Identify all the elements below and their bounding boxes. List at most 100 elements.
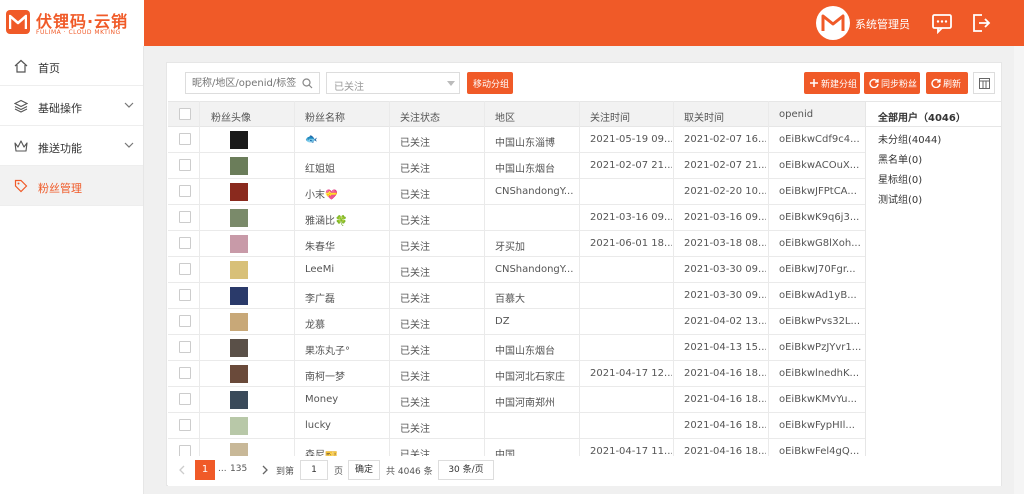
row-checkbox[interactable] <box>179 367 191 379</box>
sidebar-item-push[interactable]: 推送功能 <box>0 126 143 166</box>
column-header[interactable]: 地区 <box>495 109 515 124</box>
page-ellipsis: ... <box>218 464 227 474</box>
table-row[interactable]: 龙慕 已关注 DZ 2021-04-02 13... oEiBkwPvs32L... <box>168 309 865 335</box>
table-row[interactable]: 小末💝 已关注 CNShandongY... 2021-02-20 10... oEiB… <box>168 179 865 205</box>
table-row[interactable]: 雅涵比🍀 已关注 2021-03-16 09... 2021-03-16 09... o… <box>168 205 865 231</box>
cell-openid: oEiBkwPvs32L... <box>779 316 861 327</box>
row-checkbox[interactable] <box>179 159 191 171</box>
group-item-blacklist[interactable]: 黑名单(0) <box>878 151 922 166</box>
chevron-down-icon <box>124 102 134 108</box>
brand-logo[interactable]: 伏锂码·云销 FULIMA · CLOUD MKTING <box>0 0 144 46</box>
cell-region: CNShandongY... <box>495 186 574 197</box>
row-checkbox[interactable] <box>179 263 191 275</box>
cell-region: 牙买加 <box>495 242 525 253</box>
column-header[interactable]: 粉丝头像 <box>211 109 251 124</box>
sidebar-item-basic-ops[interactable]: 基础操作 <box>0 86 143 126</box>
sync-fans-button[interactable]: 同步粉丝 <box>864 72 920 94</box>
table-row[interactable]: Money 已关注 中国河南郑州 2021-04-16 18... oEiBkwKMvY… <box>168 387 865 413</box>
cell-region: 中国山东烟台 <box>495 346 555 357</box>
row-checkbox[interactable] <box>179 211 191 223</box>
row-checkbox[interactable] <box>179 133 191 145</box>
cell-name: LeeMi <box>305 264 335 275</box>
table-row[interactable]: 果冻丸子° 已关注 中国山东烟台 2021-04-13 15... oEiBkwPzJY… <box>168 335 865 361</box>
cell-region: 中国河北石家庄 <box>495 372 565 383</box>
table-row[interactable]: 红姐姐 已关注 中国山东烟台 2021-02-07 21... 2021-02-07 2… <box>168 153 865 179</box>
status-select[interactable]: 已关注 <box>326 72 460 94</box>
cell-openid: oEiBkwJFPtCA... <box>779 186 857 197</box>
row-checkbox[interactable] <box>179 315 191 327</box>
crown-icon <box>14 140 28 152</box>
fan-avatar <box>230 339 248 357</box>
table-row[interactable]: 朱春华 已关注 牙买加 2021-06-01 18... 2021-03-18 08..… <box>168 231 865 257</box>
next-page-icon[interactable] <box>261 465 269 475</box>
table-row[interactable]: LeeMi 已关注 CNShandongY... 2021-03-30 09... oE… <box>168 257 865 283</box>
prev-page-icon[interactable] <box>178 465 186 475</box>
column-header[interactable]: 取关时间 <box>684 109 724 124</box>
cell-unfollow: 2021-04-02 13... <box>684 316 766 327</box>
row-checkbox[interactable] <box>179 185 191 197</box>
logout-icon[interactable] <box>970 12 992 34</box>
top-header: 伏锂码·云销 FULIMA · CLOUD MKTING 系统管理员 <box>0 0 1024 46</box>
cell-openid: oEiBkwlnedhK... <box>779 368 860 379</box>
fan-avatar <box>230 287 248 305</box>
sidebar-item-home[interactable]: 首页 <box>0 46 143 86</box>
brand-subtitle: FULIMA · CLOUD MKTING <box>36 29 121 36</box>
fan-avatar <box>230 131 248 149</box>
refresh-button[interactable]: 刷新 <box>926 72 968 94</box>
cell-status: 已关注 <box>400 320 430 331</box>
column-header[interactable]: 关注状态 <box>400 109 440 124</box>
cell-region: DZ <box>495 316 510 327</box>
pagination: 1 ... 135 到第 1 页 确定 共 4046 条 30 条/页 <box>168 456 1001 486</box>
fan-avatar <box>230 209 248 227</box>
cell-unfollow: 2021-04-16 18... <box>684 420 766 431</box>
table-row[interactable]: lucky 已关注 2021-04-16 18... oEiBkwFypHIl... <box>168 413 865 439</box>
fan-avatar <box>230 417 248 435</box>
admin-name[interactable]: 系统管理员 <box>855 16 910 32</box>
group-item-starred[interactable]: 星标组(0) <box>878 171 922 186</box>
group-item-ungrouped[interactable]: 未分组(4044) <box>878 131 941 146</box>
column-header[interactable]: openid <box>779 109 813 120</box>
tag-icon <box>14 179 28 193</box>
goto-page-input[interactable]: 1 <box>300 460 328 480</box>
sidebar-item-fans[interactable]: 粉丝管理 <box>0 166 143 206</box>
cell-name: 李广磊 <box>305 294 335 305</box>
group-panel: 全部用户（4046） 未分组(4044) 黑名单(0) 星标组(0) 测试组(0… <box>865 101 1001 456</box>
cell-region: 百慕大 <box>495 294 525 305</box>
new-group-button[interactable]: 新建分组 <box>804 72 860 94</box>
page-current[interactable]: 1 <box>195 460 215 480</box>
row-checkbox[interactable] <box>179 341 191 353</box>
columns-toggle-button[interactable] <box>973 72 995 94</box>
cell-name: 果冻丸子° <box>305 346 350 357</box>
table-row[interactable]: 🐟 已关注 中国山东淄博 2021-05-19 09... 2021-02-07 16.… <box>168 127 865 153</box>
page-size-select[interactable]: 30 条/页 <box>438 460 494 480</box>
row-checkbox[interactable] <box>179 237 191 249</box>
search-input[interactable] <box>192 76 300 90</box>
cell-unfollow: 2021-04-16 18... <box>684 394 766 405</box>
goto-confirm-button[interactable]: 确定 <box>348 460 380 480</box>
cell-openid: oEiBkwJ70Fgr... <box>779 264 856 275</box>
cell-name: 雅涵比🍀 <box>305 216 348 227</box>
column-header[interactable]: 关注时间 <box>590 109 630 124</box>
table-row[interactable]: 李广磊 已关注 百慕大 2021-03-30 09... oEiBkwAd1yB... <box>168 283 865 309</box>
table-row[interactable]: 南柯一梦 已关注 中国河北石家庄 2021-04-17 12... 2021-04-16… <box>168 361 865 387</box>
row-checkbox[interactable] <box>179 419 191 431</box>
fan-avatar <box>230 261 248 279</box>
group-all-users[interactable]: 全部用户（4046） <box>866 101 1001 127</box>
search-box[interactable] <box>185 72 320 94</box>
group-item-test[interactable]: 测试组(0) <box>878 191 922 206</box>
message-icon[interactable] <box>931 12 953 35</box>
page-last[interactable]: 135 <box>230 464 247 474</box>
admin-avatar[interactable] <box>816 6 850 40</box>
search-icon[interactable] <box>302 78 313 89</box>
select-all-checkbox[interactable] <box>179 108 191 120</box>
row-checkbox[interactable] <box>179 393 191 405</box>
page-scrollbar[interactable] <box>1014 46 1024 494</box>
fan-avatar <box>230 313 248 331</box>
cell-unfollow: 2021-03-16 09... <box>684 212 766 223</box>
move-group-button[interactable]: 移动分组 <box>467 72 513 94</box>
row-checkbox[interactable] <box>179 289 191 301</box>
cell-openid: oEiBkwK9q6j3... <box>779 212 860 223</box>
plus-icon <box>810 79 818 87</box>
cell-follow: 2021-04-17 12... <box>590 368 672 379</box>
column-header[interactable]: 粉丝名称 <box>305 109 345 124</box>
